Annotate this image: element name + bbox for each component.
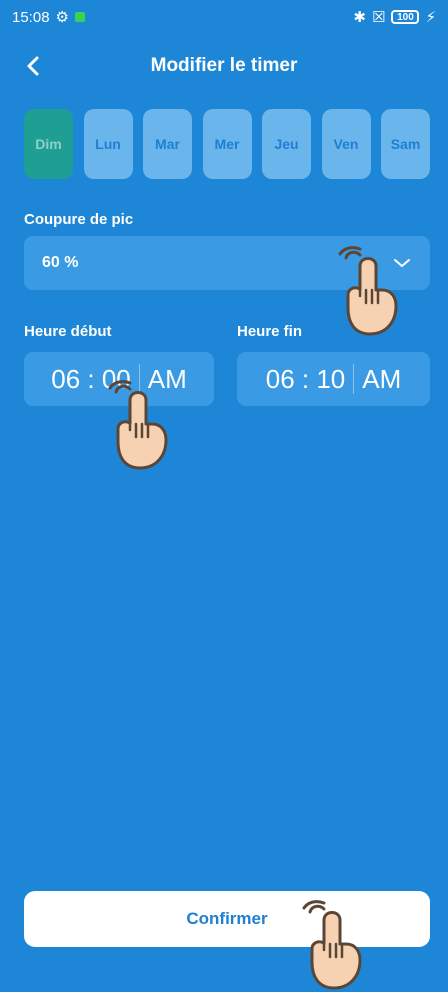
- end-time-period: AM: [362, 363, 402, 394]
- day-mer[interactable]: Mer: [202, 109, 252, 179]
- day-dim[interactable]: Dim: [24, 109, 73, 179]
- end-time-picker[interactable]: 06 : 10 AM: [237, 352, 430, 406]
- green-square-icon: [75, 12, 85, 22]
- confirm-button[interactable]: Confirmer: [24, 891, 430, 947]
- end-time-value: 06 : 10: [265, 363, 346, 394]
- header: Modifier le timer: [0, 44, 448, 88]
- bluetooth-icon: ✱: [353, 9, 366, 26]
- chevron-down-icon[interactable]: [392, 256, 412, 270]
- settings-off-icon: ⚙: [55, 9, 69, 26]
- battery-icon: 100: [391, 10, 420, 24]
- day-sam[interactable]: Sam: [381, 109, 430, 179]
- battery-level: 100: [397, 11, 414, 23]
- peak-cut-select[interactable]: 60 %: [24, 236, 430, 290]
- page-title: Modifier le timer: [150, 55, 298, 76]
- status-left: 15:08 ⚙: [12, 8, 85, 26]
- status-bar: 15:08 ⚙ ✱ ☒ 100 ⚡: [0, 0, 448, 34]
- day-ven[interactable]: Ven: [321, 109, 371, 179]
- back-icon[interactable]: [20, 52, 48, 80]
- start-time-label: Heure début: [24, 323, 112, 340]
- day-jeu[interactable]: Jeu: [262, 109, 311, 179]
- day-mar[interactable]: Mar: [143, 109, 192, 179]
- divider: [138, 364, 140, 394]
- day-selector: Dim Lun Mar Mer Jeu Ven Sam: [24, 109, 430, 179]
- divider: [353, 364, 355, 394]
- close-box-icon: ☒: [372, 9, 386, 26]
- start-time-picker[interactable]: 06 : 00 AM: [24, 352, 214, 406]
- status-time: 15:08: [12, 8, 50, 26]
- peak-cut-label: Coupure de pic: [24, 211, 134, 228]
- day-lun[interactable]: Lun: [83, 109, 133, 179]
- peak-cut-value: 60 %: [42, 254, 79, 271]
- charging-icon: ⚡: [425, 9, 436, 26]
- status-right: ✱ ☒ 100 ⚡: [353, 8, 436, 26]
- start-time-value: 06 : 00: [51, 363, 131, 394]
- start-time-period: AM: [147, 363, 187, 394]
- end-time-label: Heure fin: [237, 323, 303, 340]
